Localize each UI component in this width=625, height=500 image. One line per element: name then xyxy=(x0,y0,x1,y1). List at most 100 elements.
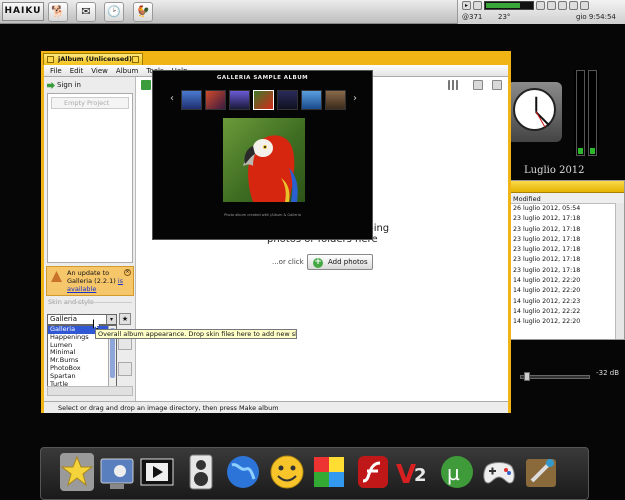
cpu-meter xyxy=(484,1,534,10)
thumbnail[interactable] xyxy=(205,90,226,110)
sign-in-icon xyxy=(47,82,55,89)
empty-project-item[interactable]: Empty Project xyxy=(51,97,129,109)
tracker-row[interactable]: 23 luglio 2012, 17:18 xyxy=(509,255,624,265)
svg-text:µ: µ xyxy=(447,461,460,485)
tracker-row[interactable]: 14 luglio 2012, 22:22 xyxy=(509,307,624,317)
film-icon[interactable] xyxy=(138,451,176,493)
add-photos-label: Add photos xyxy=(328,258,368,266)
star-icon[interactable] xyxy=(58,451,96,493)
edit-icon[interactable] xyxy=(473,80,483,90)
speaker-icon[interactable] xyxy=(182,451,220,493)
skin-select-value: Galleria xyxy=(50,315,78,323)
tracker-row[interactable]: 23 luglio 2012, 17:18 xyxy=(509,225,624,235)
skin-select[interactable]: Galleria ▾ xyxy=(47,314,117,325)
add-photos-button[interactable]: + Add photos xyxy=(307,254,373,270)
cpu-icon[interactable] xyxy=(473,1,482,10)
puzzle-icon[interactable] xyxy=(310,451,348,493)
clock-label[interactable]: gio 9:54:54 xyxy=(576,13,616,21)
menu-file[interactable]: File xyxy=(50,65,62,76)
tools-icon[interactable] xyxy=(522,451,560,493)
sidebar-bottom-bar xyxy=(47,386,133,396)
main-photo[interactable] xyxy=(223,118,305,202)
tracker-row[interactable]: 14 luglio 2012, 22:20 xyxy=(509,317,624,327)
thumbnail[interactable] xyxy=(181,90,202,110)
update-link-available[interactable]: available xyxy=(67,285,96,293)
gamepad-icon[interactable] xyxy=(480,451,518,493)
expand-icon[interactable]: ▸ xyxy=(462,1,471,10)
modified-column-header[interactable]: Modified xyxy=(509,193,624,204)
side-button-2[interactable] xyxy=(118,362,132,376)
tracker-row[interactable]: 14 luglio 2012, 22:20 xyxy=(509,276,624,286)
update-link-is[interactable]: is xyxy=(118,277,123,285)
tracker-row[interactable]: 14 luglio 2012, 22:23 xyxy=(509,297,624,307)
tracker-row[interactable]: 14 luglio 2012, 22:20 xyxy=(509,286,624,296)
warning-icon xyxy=(51,271,62,282)
tracker-scrollbar[interactable] xyxy=(615,203,624,339)
level-meters xyxy=(574,70,599,156)
app-icon-3[interactable] xyxy=(580,1,589,10)
menu-view[interactable]: View xyxy=(91,65,108,76)
network-icon[interactable] xyxy=(536,1,545,10)
temperature-label: 23° xyxy=(498,13,511,21)
top-deskbar: HAIKU 🐕 ✉ 🕑 🐓 ▸ @371 23° gio 9:54:54 xyxy=(0,0,625,24)
section-divider xyxy=(76,302,132,303)
thumbnail[interactable] xyxy=(325,90,346,110)
battery-icon[interactable] xyxy=(547,1,556,10)
haiku-menu-button[interactable]: HAIKU xyxy=(2,2,44,21)
tracker-window: Modified 26 luglio 2012, 05:54 23 luglio … xyxy=(508,180,625,340)
dog-icon[interactable]: 🐕 xyxy=(48,2,68,22)
app-icon-1[interactable] xyxy=(558,1,567,10)
tracker-row[interactable]: 23 luglio 2012, 17:18 xyxy=(509,266,624,276)
rooster-icon[interactable]: 🐓 xyxy=(133,2,153,22)
close-icon[interactable] xyxy=(47,56,54,63)
v2-icon[interactable]: V2 xyxy=(394,451,432,493)
volume-control: -32 dB xyxy=(508,368,625,382)
grid-view-icon[interactable] xyxy=(448,80,458,90)
menu-edit[interactable]: Edit xyxy=(70,65,84,76)
clock-face xyxy=(513,88,556,131)
volume-slider[interactable] xyxy=(520,375,590,379)
chevron-down-icon[interactable]: ▾ xyxy=(106,315,116,324)
thumbnail-selected[interactable] xyxy=(253,90,274,110)
flash-icon[interactable] xyxy=(354,451,392,493)
or-click-label: ...or click xyxy=(272,258,304,266)
plus-icon: + xyxy=(313,257,323,268)
window-title-tab[interactable]: jAlbum (Unlicensed) xyxy=(43,53,143,65)
add-icon[interactable] xyxy=(141,80,151,90)
tracker-title-tab[interactable] xyxy=(509,181,624,193)
tracker-row[interactable]: 26 luglio 2012, 05:54 xyxy=(509,204,624,214)
window-title: jAlbum (Unlicensed) xyxy=(58,55,132,63)
smiley-icon[interactable] xyxy=(268,451,306,493)
tracker-row[interactable]: 23 luglio 2012, 17:18 xyxy=(509,214,624,224)
app-icon-2[interactable] xyxy=(569,1,578,10)
volume-db-label: -32 dB xyxy=(596,369,619,377)
mail-icon[interactable]: ✉ xyxy=(76,2,96,22)
album-preview: GALLERIA SAMPLE ALBUM ‹ › Photo album cr… xyxy=(152,70,373,240)
tracker-row[interactable]: 23 luglio 2012, 17:18 xyxy=(509,235,624,245)
volume-knob[interactable] xyxy=(524,372,530,381)
preview-icon[interactable] xyxy=(492,80,502,90)
chevron-left-icon[interactable]: ‹ xyxy=(170,93,174,104)
project-list: Empty Project xyxy=(47,93,133,263)
parrot-image xyxy=(243,135,298,202)
cpu-label: @371 xyxy=(462,13,483,21)
thumbnail[interactable] xyxy=(301,90,322,110)
thumbnail[interactable] xyxy=(229,90,250,110)
svg-text:2: 2 xyxy=(414,465,427,486)
menu-album[interactable]: Album xyxy=(116,65,138,76)
skin-settings-button[interactable]: ★ xyxy=(119,313,131,325)
left-meter xyxy=(576,70,585,156)
right-meter xyxy=(588,70,597,156)
system-tray: ▸ @371 23° gio 9:54:54 xyxy=(457,0,625,24)
utorrent-icon[interactable]: µ xyxy=(438,451,476,493)
zoom-icon[interactable] xyxy=(132,56,139,63)
thumbnail[interactable] xyxy=(277,90,298,110)
empty-project-label: Empty Project xyxy=(64,99,110,107)
chevron-right-icon[interactable]: › xyxy=(353,93,357,104)
monitor-icon[interactable] xyxy=(98,451,136,493)
dismiss-icon[interactable]: × xyxy=(124,269,131,276)
globe-icon[interactable] xyxy=(224,451,262,493)
clock-icon[interactable]: 🕑 xyxy=(104,2,124,22)
sign-in-link[interactable]: Sign in xyxy=(46,80,81,91)
tracker-row[interactable]: 23 luglio 2012, 17:18 xyxy=(509,245,624,255)
